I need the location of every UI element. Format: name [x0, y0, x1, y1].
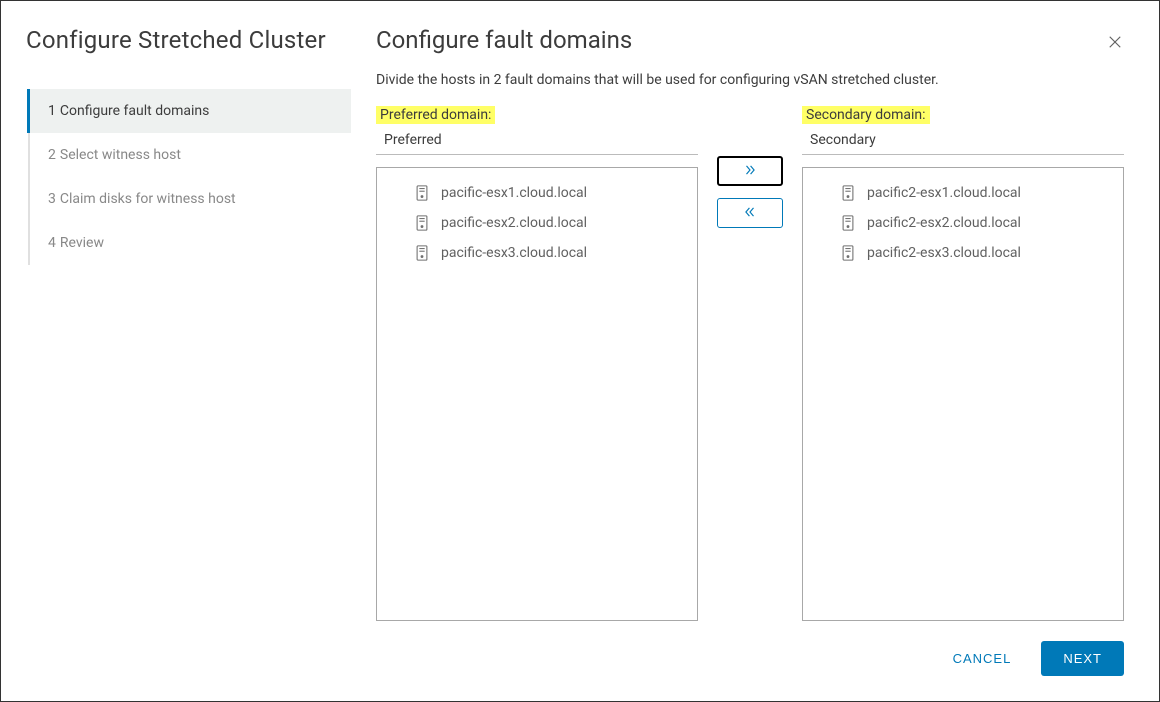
step-number: 4	[48, 235, 56, 251]
page-description: Divide the hosts in 2 fault domains that…	[376, 72, 1124, 88]
host-name: pacific2-esx3.cloud.local	[867, 245, 1021, 261]
next-button[interactable]: NEXT	[1041, 641, 1124, 676]
move-right-button[interactable]	[717, 156, 783, 186]
step-label: Review	[60, 235, 104, 251]
secondary-domain-name[interactable]: Secondary	[802, 128, 1124, 155]
wizard-step-1[interactable]: 1Configure fault domains	[27, 89, 351, 133]
host-icon	[841, 245, 855, 261]
secondary-host-item[interactable]: pacific2-esx3.cloud.local	[803, 238, 1123, 268]
host-name: pacific-esx3.cloud.local	[441, 245, 587, 261]
step-number: 2	[48, 147, 56, 163]
wizard-step-3[interactable]: 3Claim disks for witness host	[30, 177, 351, 221]
domains-row: Preferred domain: Preferred pacific-esx1…	[376, 106, 1124, 621]
transfer-buttons	[710, 106, 790, 621]
host-icon	[841, 215, 855, 231]
preferred-host-item[interactable]: pacific-esx2.cloud.local	[377, 208, 697, 238]
chevron-double-right-icon	[742, 163, 758, 180]
preferred-domain-label: Preferred domain:	[376, 106, 495, 124]
cancel-button[interactable]: CANCEL	[941, 641, 1024, 676]
preferred-host-list[interactable]: pacific-esx1.cloud.local pacific-esx2.clo…	[376, 167, 698, 621]
secondary-host-item[interactable]: pacific2-esx2.cloud.local	[803, 208, 1123, 238]
preferred-domain-name[interactable]: Preferred	[376, 128, 698, 155]
host-name: pacific-esx1.cloud.local	[441, 185, 587, 201]
secondary-host-list[interactable]: pacific2-esx1.cloud.local pacific2-esx2.c…	[802, 167, 1124, 621]
secondary-host-item[interactable]: pacific2-esx1.cloud.local	[803, 178, 1123, 208]
host-name: pacific2-esx1.cloud.local	[867, 185, 1021, 201]
chevron-double-left-icon	[742, 205, 758, 222]
dialog-footer: CANCEL NEXT	[376, 641, 1124, 676]
wizard-title: Configure Stretched Cluster	[26, 26, 351, 54]
preferred-host-item[interactable]: pacific-esx3.cloud.local	[377, 238, 697, 268]
host-icon	[415, 245, 429, 261]
stretched-cluster-dialog: Configure Stretched Cluster 1Configure f…	[0, 0, 1160, 702]
step-label: Configure fault domains	[60, 103, 209, 119]
step-label: Claim disks for witness host	[60, 191, 236, 207]
preferred-host-item[interactable]: pacific-esx1.cloud.local	[377, 178, 697, 208]
wizard-steps: 1Configure fault domains2Select witness …	[28, 89, 351, 265]
host-icon	[841, 185, 855, 201]
host-name: pacific-esx2.cloud.local	[441, 215, 587, 231]
close-icon[interactable]	[1106, 33, 1124, 55]
wizard-sidebar: Configure Stretched Cluster 1Configure f…	[1, 1, 351, 701]
host-icon	[415, 185, 429, 201]
move-left-button[interactable]	[717, 198, 783, 228]
secondary-domain-column: Secondary domain: Secondary pacific2-esx…	[802, 106, 1124, 621]
step-label: Select witness host	[60, 147, 181, 163]
main-panel: Configure fault domains Divide the hosts…	[351, 1, 1159, 701]
wizard-step-4[interactable]: 4Review	[30, 221, 351, 265]
page-title: Configure fault domains	[376, 26, 1124, 54]
secondary-domain-label: Secondary domain:	[802, 106, 930, 124]
step-number: 1	[48, 103, 56, 119]
step-number: 3	[48, 191, 56, 207]
host-icon	[415, 215, 429, 231]
wizard-step-2[interactable]: 2Select witness host	[30, 133, 351, 177]
host-name: pacific2-esx2.cloud.local	[867, 215, 1021, 231]
preferred-domain-column: Preferred domain: Preferred pacific-esx1…	[376, 106, 698, 621]
